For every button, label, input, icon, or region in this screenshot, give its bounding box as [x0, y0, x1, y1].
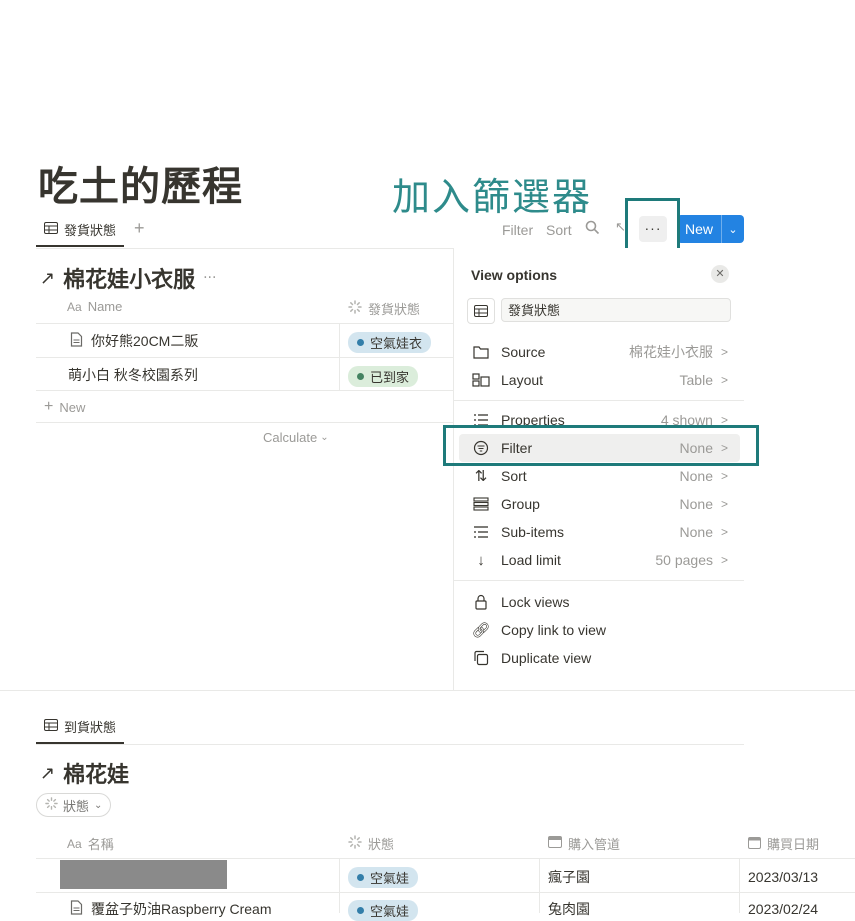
- redacted-row-name: [60, 860, 227, 889]
- chevron-right-icon: >: [720, 469, 728, 483]
- page-icon: [70, 900, 83, 918]
- database-title-text: 棉花娃小衣服: [63, 267, 196, 292]
- calculate-button[interactable]: Calculate ⌄: [263, 430, 329, 445]
- link-arrow-icon: ↗: [40, 762, 56, 784]
- table-icon: [44, 718, 58, 734]
- action-copy-link[interactable]: 🔗︎ Copy link to view: [471, 618, 728, 642]
- status-filter-chip[interactable]: 狀態 ⌄: [36, 793, 112, 817]
- tab-label: 發貨狀態: [64, 223, 117, 238]
- filter-button[interactable]: Filter: [502, 222, 533, 238]
- highlight-box-filter: [443, 425, 759, 466]
- link-arrow-icon: ↗: [40, 267, 56, 289]
- column-header-status-2[interactable]: 狀態: [348, 834, 394, 853]
- chevron-down-icon: ⌄: [94, 799, 103, 811]
- column-header-name[interactable]: Aa Name: [67, 299, 122, 314]
- status-cell[interactable]: 空氣娃: [348, 900, 419, 921]
- chevron-right-icon: >: [720, 497, 728, 511]
- section-divider: [0, 690, 855, 691]
- sort-icon: ⇅: [474, 468, 488, 485]
- option-load-limit[interactable]: ↓ Load limit 50 pages >: [471, 548, 728, 572]
- action-duplicate-view[interactable]: Duplicate view: [471, 646, 728, 670]
- option-group[interactable]: Group None >: [471, 492, 728, 516]
- arrow-down-icon: ↓: [477, 551, 485, 569]
- column-header-status[interactable]: 發貨狀態: [348, 299, 420, 318]
- tab-shipping-status[interactable]: 發貨狀態: [36, 214, 125, 247]
- option-sub-items[interactable]: Sub-items None >: [471, 520, 728, 544]
- date-cell[interactable]: 2023/03/13: [748, 867, 818, 887]
- action-lock-views[interactable]: Lock views: [471, 590, 728, 614]
- tab-arrival-status[interactable]: 到貨狀態: [36, 710, 125, 744]
- layout-icon: [471, 370, 491, 390]
- chevron-down-icon[interactable]: ⌄: [722, 223, 744, 236]
- status-cell[interactable]: 空氣娃: [348, 867, 419, 888]
- new-button[interactable]: New ⌄: [677, 215, 744, 243]
- panel-title: View options: [471, 267, 558, 283]
- status-badge: 已到家: [348, 366, 419, 387]
- date-cell[interactable]: 2023/02/24: [748, 899, 818, 919]
- status-property-icon: [45, 797, 58, 813]
- view-options-panel: View options ✕ 發貨狀態 Source 棉花娃小衣服 > Layo…: [453, 248, 855, 691]
- option-layout[interactable]: Layout Table >: [471, 368, 728, 392]
- column-header-date[interactable]: 購買日期: [748, 834, 819, 853]
- database-title-2[interactable]: ↗ 棉花娃: [40, 757, 129, 789]
- new-button-label: New: [684, 221, 713, 237]
- chevron-right-icon: >: [720, 373, 728, 387]
- column-header-channel[interactable]: 購入管道: [548, 834, 620, 853]
- folder-icon: [471, 342, 491, 362]
- text-property-icon: Aa: [67, 836, 82, 851]
- option-source[interactable]: Source 棉花娃小衣服 >: [471, 340, 728, 364]
- database-title[interactable]: ↗ 棉花娃小衣服 ···: [40, 262, 216, 294]
- link-icon: 🔗︎: [471, 622, 491, 639]
- channel-cell[interactable]: 兔肉園: [548, 899, 590, 919]
- duplicate-icon: [471, 648, 491, 668]
- add-view-icon[interactable]: +: [134, 218, 145, 239]
- status-badge: 空氣娃: [348, 867, 419, 888]
- group-icon: [471, 494, 491, 514]
- lock-icon: [471, 592, 491, 612]
- row-name: 覆盆子奶油Raspberry Cream: [91, 901, 272, 917]
- status-property-icon: [348, 835, 362, 852]
- table-icon: [44, 222, 58, 237]
- table-row[interactable]: 萌小白 秋冬校園系列: [68, 365, 198, 385]
- table-row[interactable]: 覆盆子奶油Raspberry Cream: [70, 899, 271, 919]
- search-icon[interactable]: [585, 220, 600, 238]
- text-property-icon: Aa: [67, 299, 82, 314]
- chevron-right-icon: >: [720, 525, 728, 539]
- page-title[interactable]: 吃土的歷程: [38, 154, 243, 212]
- status-cell[interactable]: 空氣娃衣: [348, 332, 432, 353]
- column-header-name-2[interactable]: Aa 名稱: [67, 834, 114, 853]
- view-tabbar-2: 到貨狀態: [36, 710, 744, 745]
- status-cell[interactable]: 已到家: [348, 366, 419, 387]
- close-icon[interactable]: ✕: [711, 265, 729, 283]
- database-title-text: 棉花娃: [63, 762, 130, 787]
- option-sort[interactable]: ⇅ Sort None >: [471, 464, 728, 488]
- status-badge: 空氣娃: [348, 900, 419, 921]
- subitems-icon: [471, 522, 491, 542]
- view-icon-button[interactable]: [467, 298, 495, 324]
- plus-icon: +: [44, 398, 54, 415]
- status-badge: 空氣娃衣: [348, 332, 432, 353]
- row-name: 萌小白 秋冬校園系列: [68, 367, 198, 383]
- tab-label: 到貨狀態: [64, 719, 117, 735]
- sort-button[interactable]: Sort: [546, 222, 572, 238]
- channel-cell[interactable]: 瘋子園: [548, 867, 590, 887]
- calendar-icon: [748, 836, 761, 852]
- chevron-right-icon: >: [720, 345, 728, 359]
- status-property-icon: [348, 300, 362, 317]
- table-row[interactable]: 你好熊20CM二販: [70, 331, 198, 351]
- new-row-button[interactable]: + New: [44, 398, 85, 416]
- annotation-caption: 加入篩選器: [392, 175, 593, 219]
- page-icon: [70, 332, 83, 350]
- chevron-right-icon: >: [720, 553, 728, 567]
- database-more-icon[interactable]: ···: [203, 270, 216, 286]
- select-property-icon: [548, 836, 562, 851]
- view-name-input[interactable]: 發貨狀態: [501, 298, 731, 322]
- row-name: 你好熊20CM二販: [91, 333, 199, 349]
- chevron-down-icon: ⌄: [320, 432, 329, 443]
